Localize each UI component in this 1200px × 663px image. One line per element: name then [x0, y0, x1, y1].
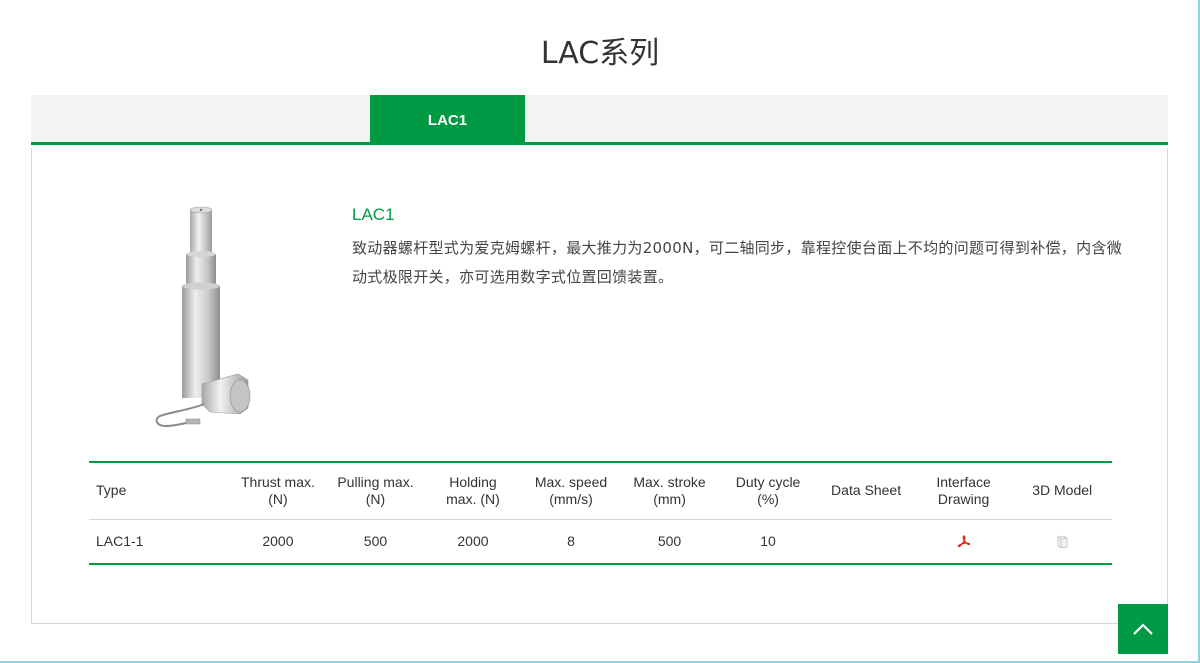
header-holding: Holding max. (N) [424, 462, 522, 520]
cell-datasheet [817, 519, 915, 564]
page-title: LAC系列 [540, 36, 660, 71]
header-speed: Max. speed (mm/s) [521, 462, 621, 520]
cell-thrust: 2000 [262, 533, 294, 550]
pdf-icon[interactable] [956, 534, 972, 550]
header-type: Type [89, 462, 230, 520]
tab-lac1[interactable]: LAC1 [370, 95, 525, 145]
product-description: 致动器螺杆型式为爱克姆螺杆，最大推力为2000N，可二轴同步，靠程控使台面上不均… [352, 239, 1122, 286]
header-datasheet: Data Sheet [817, 462, 915, 520]
cell-3d-model [1012, 519, 1112, 564]
header-3d-model: 3D Model [1012, 462, 1112, 520]
product-panel: LAC1 致动器螺杆型式为爱克姆螺杆，最大推力为2000N，可二轴同步，靠程控使… [31, 148, 1168, 624]
cell-type: LAC1-1 [96, 533, 144, 550]
actuator-product-image [155, 206, 251, 428]
chevron-up-icon [1133, 623, 1153, 635]
cell-stroke: 500 [657, 533, 682, 550]
header-thrust: Thrust max. (N) [229, 462, 327, 520]
table-header-row: Type Thrust max. (N) Pulling max. (N) Hold… [89, 462, 1112, 520]
3d-model-icon[interactable] [1054, 534, 1070, 550]
scroll-to-top-button[interactable] [1118, 604, 1168, 654]
series-tab-bar: LAC1 [31, 95, 1168, 145]
spec-table: Type Thrust max. (N) Pulling max. (N) Hold… [89, 461, 1112, 565]
header-interface: Interface Drawing [914, 462, 1013, 520]
table-row: LAC1-1 2000 500 2000 8 500 10 [89, 519, 1112, 564]
cell-duty: 10 [760, 533, 776, 550]
cell-pulling: 500 [363, 533, 388, 550]
header-duty: Duty cycle (%) [718, 462, 818, 520]
cell-interface-drawing [915, 519, 1013, 564]
cell-holding: 2000 [457, 533, 489, 550]
cell-speed: 8 [567, 533, 575, 550]
header-pulling: Pulling max. (N) [326, 462, 425, 520]
frame-left-border [0, 0, 1, 663]
header-stroke: Max. stroke (mm) [620, 462, 719, 520]
product-name: LAC1 [352, 205, 395, 224]
